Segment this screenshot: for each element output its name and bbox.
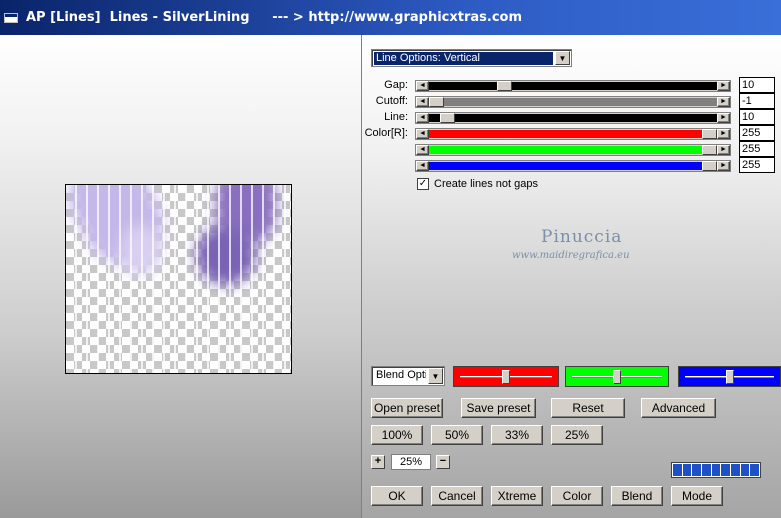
chevron-down-icon[interactable]: ▼ — [428, 368, 443, 384]
create-lines-label: Create lines not gaps — [434, 178, 538, 190]
progress-segment — [750, 464, 760, 476]
arrow-right-icon[interactable]: ► — [717, 97, 730, 107]
value-slider[interactable]: ◄ ► — [415, 128, 731, 140]
arrow-right-icon[interactable]: ► — [717, 81, 730, 91]
slider-thumb[interactable] — [702, 161, 717, 171]
progress-segment — [702, 464, 711, 476]
slider-track — [429, 130, 702, 138]
slider-thumb[interactable] — [429, 97, 444, 107]
arrow-left-icon[interactable]: ◄ — [416, 129, 429, 139]
advanced-button[interactable]: Advanced — [641, 398, 716, 418]
slider-value-field[interactable]: 255 — [739, 125, 775, 141]
arrow-left-icon[interactable]: ◄ — [416, 97, 429, 107]
slider-label: Color[R]: — [364, 127, 408, 139]
slider-thumb[interactable] — [702, 145, 717, 155]
value-slider[interactable]: ◄ ► — [415, 112, 731, 124]
slider-value-field[interactable]: 10 — [739, 109, 775, 125]
watermark-name: Pinuccia — [541, 227, 623, 247]
window-title: AP [Lines] Lines - SilverLining --- > ht… — [26, 10, 523, 25]
title-bar[interactable]: AP [Lines] Lines - SilverLining --- > ht… — [0, 0, 781, 35]
zoom-in-button[interactable]: + — [371, 455, 385, 469]
slider-value-field[interactable]: 255 — [739, 157, 775, 173]
progress-indicator — [671, 462, 761, 478]
value-slider[interactable]: ◄ ► — [415, 144, 731, 156]
xtreme-button[interactable]: Xtreme — [491, 486, 543, 506]
color-button[interactable]: Color — [551, 486, 603, 506]
arrow-left-icon[interactable]: ◄ — [416, 161, 429, 171]
zoom-50-button[interactable]: 50% — [431, 425, 483, 445]
slider-track — [429, 114, 717, 122]
arrow-right-icon[interactable]: ► — [717, 161, 730, 171]
line-options-select[interactable]: Line Options: Vertical ▼ — [371, 49, 572, 67]
slider-thumb[interactable] — [702, 129, 717, 139]
zoom-25-button[interactable]: 25% — [551, 425, 603, 445]
window-icon[interactable] — [4, 12, 18, 23]
slider-value-field[interactable]: -1 — [739, 93, 775, 109]
preview-pane — [0, 35, 362, 518]
progress-segment — [740, 464, 750, 476]
value-slider[interactable]: ◄ ► — [415, 80, 731, 92]
zoom-value[interactable]: 25% — [391, 454, 431, 470]
slider-track — [429, 146, 702, 154]
progress-segment — [673, 464, 682, 476]
save-preset-button[interactable]: Save preset — [461, 398, 536, 418]
preview-canvas[interactable] — [65, 184, 292, 374]
create-lines-checkbox[interactable]: ✓ — [417, 178, 429, 190]
cancel-button[interactable]: Cancel — [431, 486, 483, 506]
slider-label: Line: — [384, 111, 408, 123]
watermark-url: www.maidiregrafica.eu — [512, 250, 630, 261]
preview-line-stripes — [66, 185, 291, 373]
zoom-100-button[interactable]: 100% — [371, 425, 423, 445]
ok-button[interactable]: OK — [371, 486, 423, 506]
progress-segment — [692, 464, 702, 476]
zoom-out-button[interactable]: − — [436, 455, 450, 469]
progress-segment — [721, 464, 731, 476]
blend-green-thumb[interactable] — [613, 370, 621, 384]
mode-button[interactable]: Mode — [671, 486, 723, 506]
slider-label: Cutoff: — [375, 95, 408, 107]
progress-segment — [711, 464, 721, 476]
blend-options-value: Blend Optio — [376, 369, 426, 381]
slider-label: Gap: — [384, 79, 408, 91]
arrow-left-icon[interactable]: ◄ — [416, 113, 429, 123]
slider-track — [429, 162, 702, 170]
chevron-down-icon[interactable]: ▼ — [555, 51, 570, 65]
slider-thumb[interactable] — [497, 81, 512, 91]
blend-red-thumb[interactable] — [502, 370, 510, 384]
blend-green-slider[interactable] — [565, 366, 669, 387]
value-slider[interactable]: ◄ ► — [415, 160, 731, 172]
arrow-right-icon[interactable]: ► — [717, 113, 730, 123]
blend-red-slider[interactable] — [453, 366, 559, 387]
progress-segment — [682, 464, 692, 476]
arrow-right-icon[interactable]: ► — [717, 129, 730, 139]
arrow-left-icon[interactable]: ◄ — [416, 81, 429, 91]
arrow-left-icon[interactable]: ◄ — [416, 145, 429, 155]
slider-value-field[interactable]: 255 — [739, 141, 775, 157]
blend-blue-slider[interactable] — [678, 366, 781, 387]
slider-value-field[interactable]: 10 — [739, 77, 775, 93]
reset-button[interactable]: Reset — [551, 398, 625, 418]
arrow-right-icon[interactable]: ► — [717, 145, 730, 155]
progress-segment — [731, 464, 740, 476]
blend-blue-thumb[interactable] — [726, 370, 734, 384]
open-preset-button[interactable]: Open preset — [371, 398, 443, 418]
line-options-value: Line Options: Vertical — [374, 52, 553, 65]
zoom-33-button[interactable]: 33% — [491, 425, 543, 445]
slider-thumb[interactable] — [440, 113, 455, 123]
slider-track — [429, 98, 717, 106]
blend-button[interactable]: Blend — [611, 486, 663, 506]
slider-track — [429, 82, 717, 90]
blend-options-select[interactable]: Blend Optio ▼ — [371, 366, 445, 386]
value-slider[interactable]: ◄ ► — [415, 96, 731, 108]
